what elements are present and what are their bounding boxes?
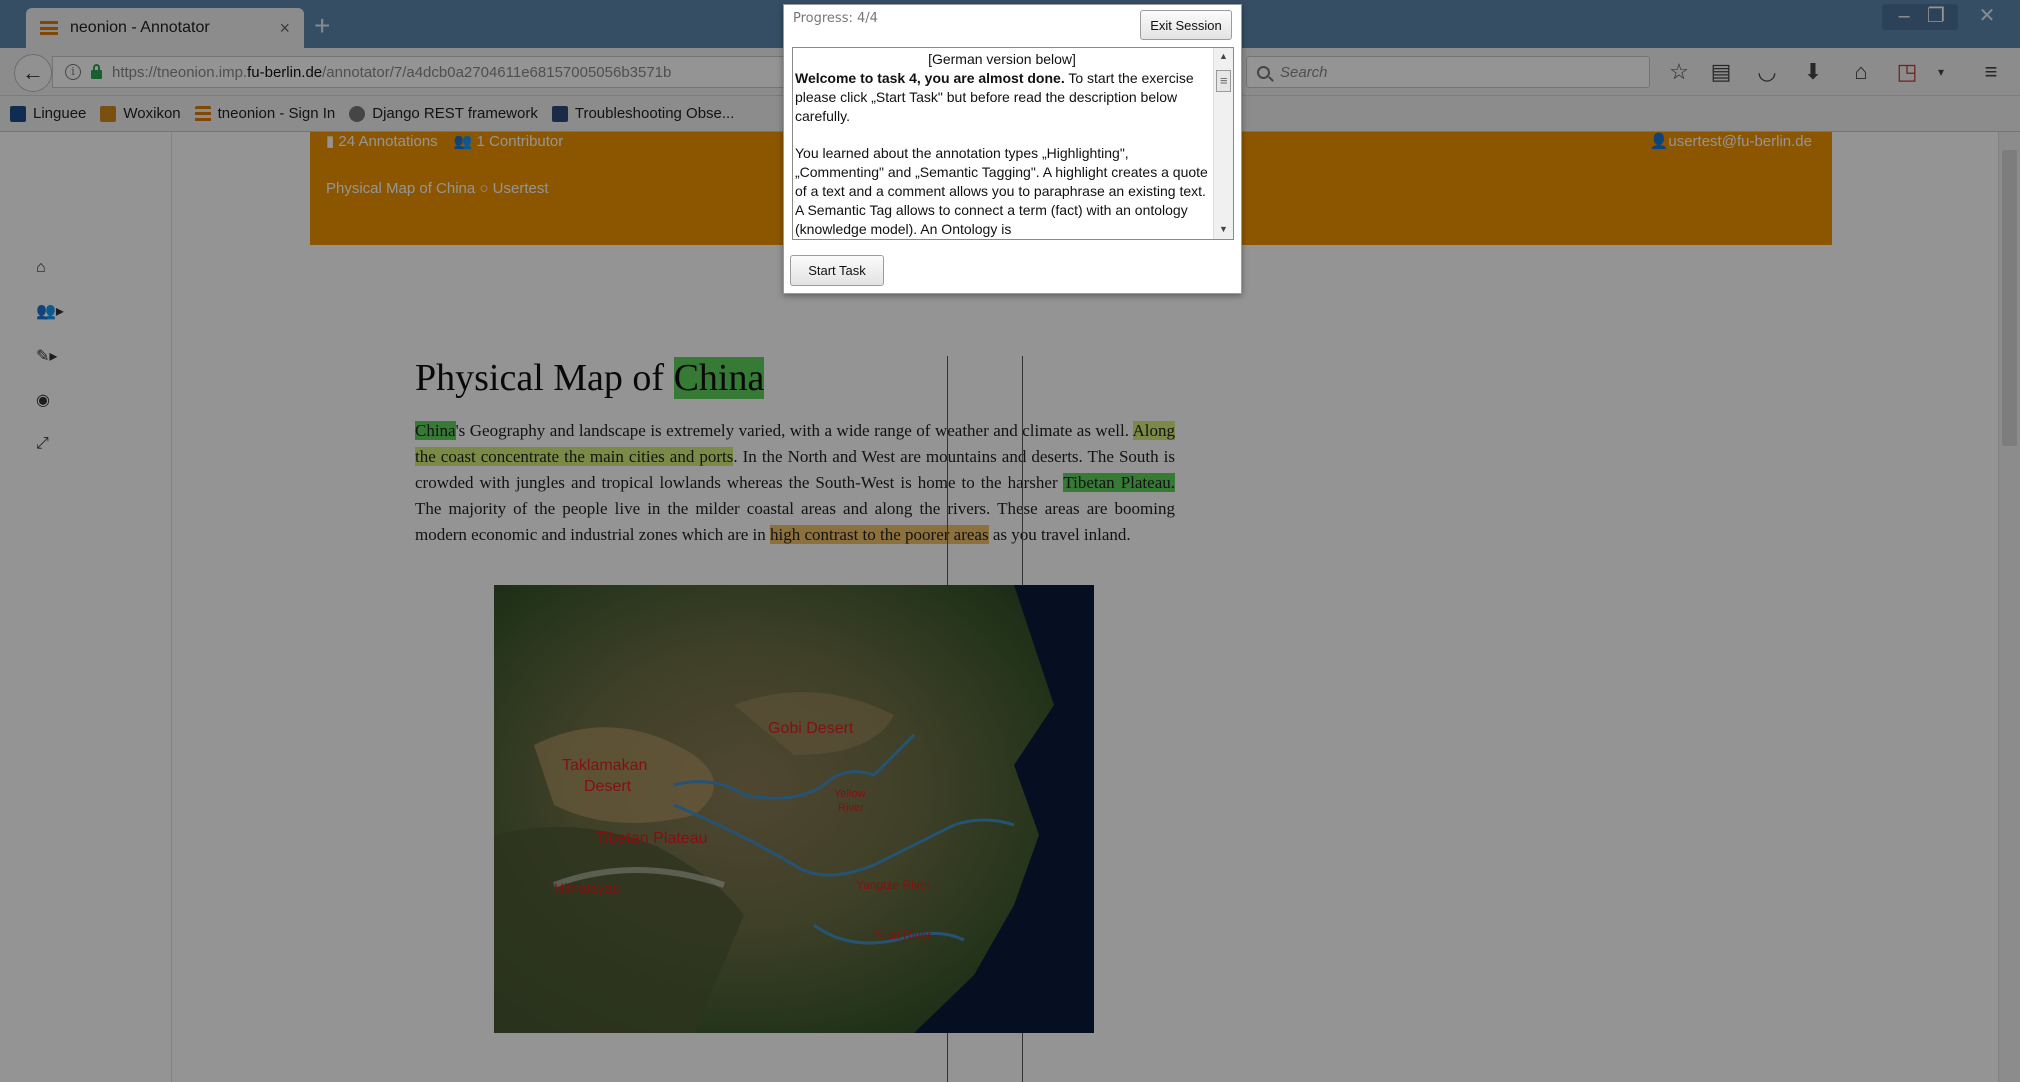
paragraph-text: as you travel inland. <box>988 525 1131 544</box>
china-physical-map: Gobi Desert Taklamakan Desert Yellow Riv… <box>494 585 1094 1033</box>
german-version-note: [German version below] <box>928 51 1076 67</box>
annotations-count: ▮ 24 Annotations <box>326 132 438 150</box>
map-label-taklamakan: Taklamakan <box>562 757 647 774</box>
new-tab-button[interactable]: + <box>314 10 330 42</box>
user-account[interactable]: 👤usertest@fu-berlin.de <box>1650 132 1812 150</box>
contributors-label: 1 Contributor <box>476 133 564 150</box>
neonion-icon <box>194 105 211 122</box>
pdf-addon-icon[interactable]: ◳ <box>1892 60 1922 84</box>
start-task-button[interactable]: Start Task <box>790 255 884 286</box>
expand-icon[interactable]: ⤢ <box>36 430 76 458</box>
linguee-icon <box>10 105 26 122</box>
document-info: Physical Map of China ○ Usertest <box>326 180 549 197</box>
annotations-label: 24 Annotations <box>338 133 438 150</box>
woxikon-icon <box>100 105 117 122</box>
troubleshooting-icon <box>551 105 568 122</box>
scroll-up-icon[interactable]: ▲ <box>1219 51 1228 61</box>
page-scrollbar[interactable] <box>1998 132 2020 1082</box>
bookmark-label: Troubleshooting Obse... <box>574 105 735 122</box>
users-icon: 👥 <box>453 133 477 150</box>
article-title: Physical Map of China <box>415 356 1175 400</box>
download-icon[interactable]: ⬇ <box>1798 60 1828 84</box>
scrollbar-thumb[interactable] <box>1216 70 1231 92</box>
map-label-yangtze: Yangtze River <box>856 878 930 892</box>
document-meta: ▮ 24 Annotations 👥 1 Contributor <box>326 132 563 150</box>
bookmark-label: Django REST framework <box>372 105 538 122</box>
bookmark-linguee[interactable]: Linguee <box>10 105 86 122</box>
scroll-down-icon[interactable]: ▼ <box>1219 224 1228 234</box>
sidebar: ⌂ 👥▸ ✎▸ ◉ ⤢ <box>0 132 172 1082</box>
paragraph-text: 's Geography and landscape is extremely … <box>455 421 1133 440</box>
url-host: fu-berlin.de <box>247 63 323 81</box>
map-label-gobi: Gobi Desert <box>768 720 854 737</box>
search-icon <box>1257 65 1270 79</box>
bookmark-icon: ▮ <box>326 133 339 150</box>
neonion-favicon-icon <box>40 21 58 35</box>
bookmark-label: Woxikon <box>123 105 181 122</box>
task-description-text: [German version below] Welcome to task 4… <box>795 50 1209 239</box>
home-icon[interactable]: ⌂ <box>1846 60 1876 84</box>
window-maximize-button[interactable]: ❐ <box>1914 4 1958 30</box>
document-title: Physical Map of China <box>326 180 476 197</box>
bookmark-django[interactable]: Django REST framework <box>349 105 538 122</box>
article: Physical Map of China China's Geography … <box>415 356 1175 548</box>
bookmark-star-icon[interactable]: ☆ <box>1664 60 1694 84</box>
chevron-down-icon[interactable]: ▾ <box>1926 60 1956 84</box>
back-button[interactable]: ← <box>14 54 52 92</box>
map-label-desert: Desert <box>584 778 632 795</box>
bookmark-woxikon[interactable]: Woxikon <box>100 105 181 122</box>
contributors-count: 👥 1 Contributor <box>454 132 564 150</box>
site-info-icon[interactable]: i <box>65 64 81 80</box>
welcome-bold: Welcome to task 4, you are almost done. <box>795 70 1065 86</box>
task-description-scrollbar[interactable]: ▲ ▼ <box>1213 48 1233 239</box>
exit-session-button[interactable]: Exit Session <box>1140 10 1232 40</box>
map-label-river: River <box>838 802 864 814</box>
search-input[interactable]: Search <box>1246 56 1650 88</box>
url-prefix: https://tneonion.imp. <box>112 63 248 81</box>
annotation-highlight[interactable]: high contrast to the poorer areas <box>770 525 989 544</box>
globe-icon <box>349 105 366 122</box>
bookmark-label: tneonion - Sign In <box>217 105 336 122</box>
user-email: usertest@fu-berlin.de <box>1668 133 1812 150</box>
bookmark-label: Linguee <box>33 105 87 122</box>
pocket-icon[interactable]: ◡ <box>1752 60 1782 84</box>
title-text: Physical Map of <box>415 357 674 399</box>
title-annotation-highlight[interactable]: China <box>673 357 765 399</box>
lock-icon <box>91 64 102 79</box>
task-dialog: Progress: 4/4 Exit Session [German versi… <box>783 4 1242 294</box>
bookmark-tneonion[interactable]: tneonion - Sign In <box>194 105 336 122</box>
map-image: Gobi Desert Taklamakan Desert Yellow Riv… <box>494 585 1094 1033</box>
article-paragraph[interactable]: China's Geography and landscape is extre… <box>415 418 1175 548</box>
annotation-highlight[interactable]: Tibetan Plateau. <box>1063 473 1175 492</box>
window-close-button[interactable]: ✕ <box>1962 4 2012 30</box>
browser-tab[interactable]: neonion - Annotator × <box>26 8 304 48</box>
search-placeholder: Search <box>1280 63 1328 81</box>
map-label-tibetan: Tibetan Plateau <box>596 830 707 847</box>
annotation-highlight[interactable]: China <box>415 421 456 440</box>
user-icon: 👤 <box>1649 133 1669 150</box>
map-label-yellow: Yellow <box>834 788 865 800</box>
task-description[interactable]: [German version below] Welcome to task 4… <box>792 47 1234 240</box>
scrollbar-thumb[interactable] <box>2002 150 2017 446</box>
url-path: /annotator/7/a4dcb0a2704611e68157005056b… <box>322 63 672 81</box>
progress-label: Progress: 4/4 <box>793 11 878 26</box>
bookmark-troubleshooting[interactable]: Troubleshooting Obse... <box>551 105 735 122</box>
pencil-icon[interactable]: ✎▸ <box>36 342 76 370</box>
document-user: Usertest <box>492 180 549 197</box>
task-body-text: You learned about the annotation types „… <box>795 145 1208 237</box>
map-label-pearl: Pearl River <box>872 928 931 942</box>
menu-icon[interactable]: ≡ <box>1976 60 2006 84</box>
map-label-himalayas: Himalayas <box>554 880 619 896</box>
user-circle-icon: ○ <box>479 180 493 197</box>
tab-close-icon[interactable]: × <box>279 18 290 39</box>
circle-icon[interactable]: ◉ <box>36 386 76 414</box>
group-icon[interactable]: 👥▸ <box>36 297 76 325</box>
home-icon[interactable]: ⌂ <box>36 254 76 282</box>
reading-list-icon[interactable]: ▤ <box>1706 60 1736 84</box>
tab-title: neonion - Annotator <box>70 19 210 36</box>
welcome-text: Welcome to task 4, you are almost done. … <box>795 69 1209 126</box>
